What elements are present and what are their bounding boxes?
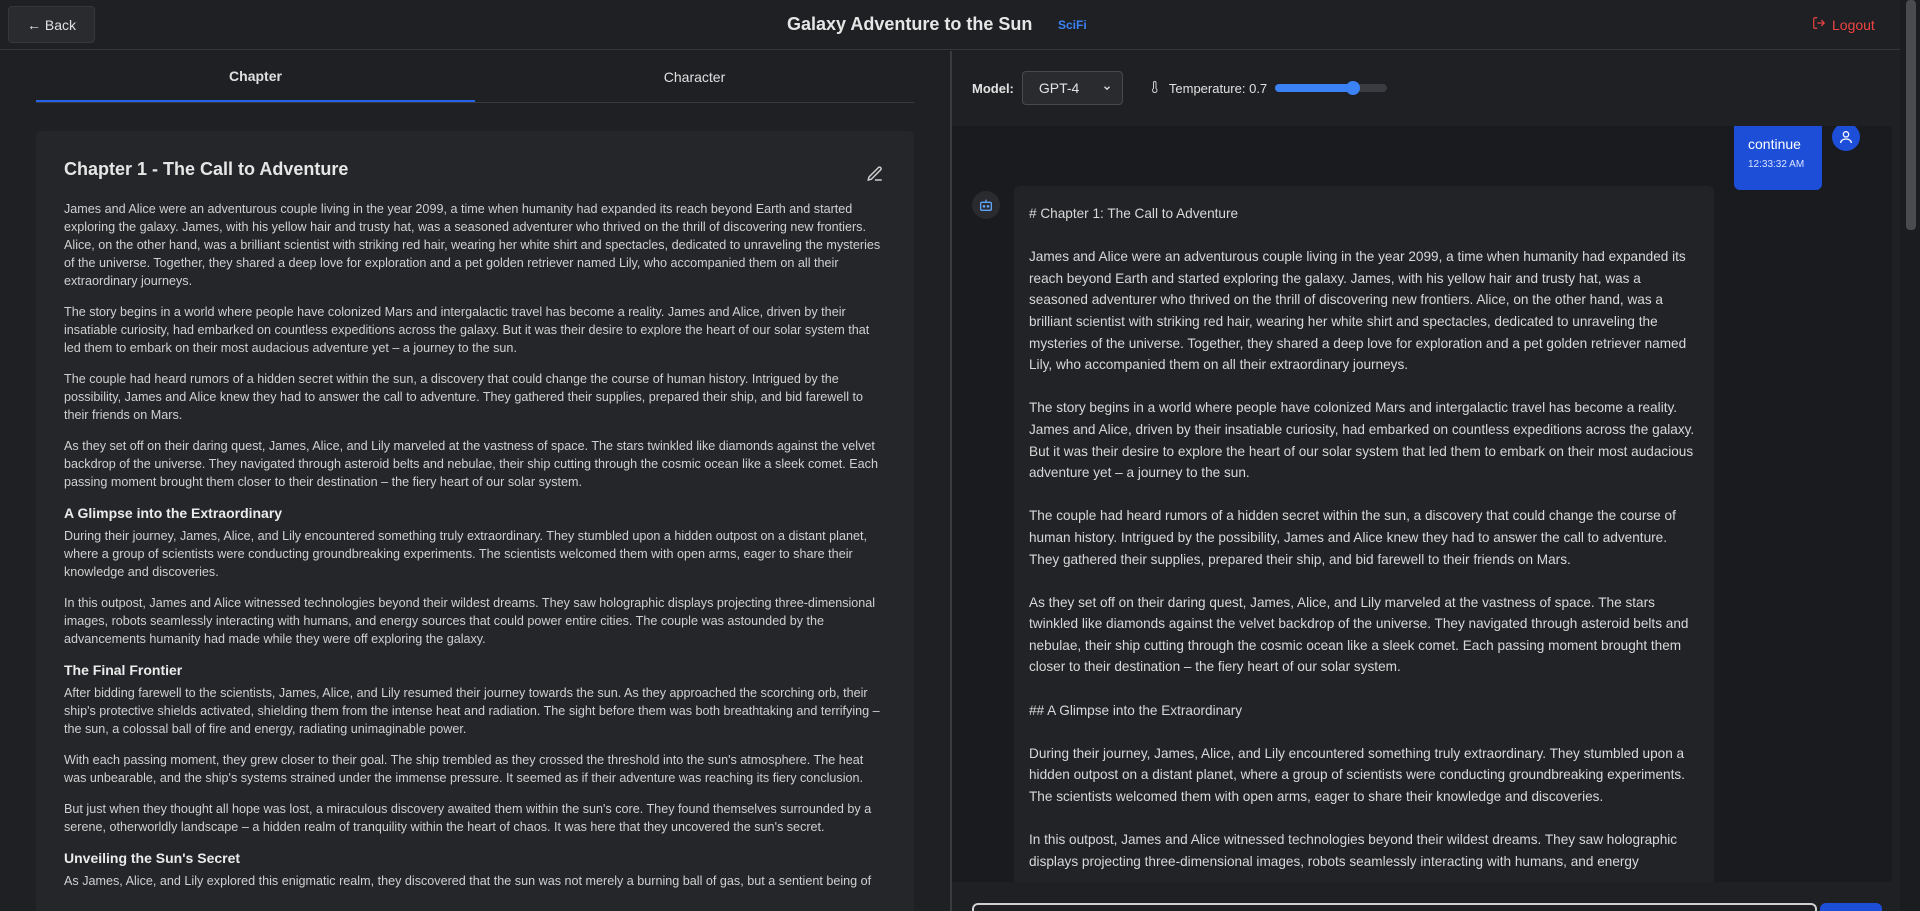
temperature-label: Temperature: 0.7 xyxy=(1168,80,1268,96)
assistant-line: As they set off on their daring quest, J… xyxy=(1029,594,1689,675)
chapter-body: James and Alice were an adventurous coup… xyxy=(64,200,886,903)
chapter-paragraph: The couple had heard rumors of a hidden … xyxy=(64,372,863,422)
user-icon xyxy=(1840,131,1852,144)
panel-tabs: Chapter Character xyxy=(36,51,914,103)
user-message-time: 12:33:32 AM xyxy=(1748,159,1805,170)
page-scrollbar-thumb[interactable] xyxy=(1906,0,1916,230)
user-avatar xyxy=(1832,126,1860,151)
chapter-title: Chapter 1 - The Call to Adventure xyxy=(64,159,349,179)
page-scrollbar[interactable] xyxy=(1900,0,1920,911)
send-button[interactable] xyxy=(1820,903,1882,911)
chapter-panel: Chapter Character Chapter 1 - The Call t… xyxy=(0,51,950,911)
chapter-paragraph: As James, Alice, and Lily explored this … xyxy=(64,874,872,888)
chapter-paragraph: But just when they thought all hope was … xyxy=(64,802,872,834)
genre-badge: SciFi xyxy=(1058,18,1087,32)
edit-icon[interactable] xyxy=(866,165,884,183)
tab-chapter[interactable]: Chapter xyxy=(36,51,475,102)
chapter-card: Chapter 1 - The Call to Adventure James … xyxy=(36,131,914,911)
assistant-line: ## A Glimpse into the Extraordinary xyxy=(1029,702,1243,718)
assistant-line: The couple had heard rumors of a hidden … xyxy=(1029,508,1676,567)
page-title: Galaxy Adventure to the Sun xyxy=(787,14,1033,34)
assistant-message: # Chapter 1: The Call to Adventure James… xyxy=(1014,186,1714,882)
logout-button[interactable]: Logout xyxy=(1812,16,1875,33)
robot-icon xyxy=(980,199,992,211)
assistant-line: # Chapter 1: The Call to Adventure xyxy=(1029,206,1239,221)
back-button[interactable]: ← Back xyxy=(8,6,95,43)
chat-controls: Model: GPT-4 Temperature: 0.7 xyxy=(972,71,1388,105)
chapter-paragraph: During their journey, James, Alice, and … xyxy=(64,529,867,579)
tab-character[interactable]: Character xyxy=(475,51,914,102)
user-message-text: continue xyxy=(1748,136,1801,152)
logout-icon xyxy=(1812,16,1826,33)
chapter-paragraph: James and Alice were an adventurous coup… xyxy=(64,202,881,288)
temperature-slider[interactable] xyxy=(1275,81,1388,95)
assistant-line: James and Alice were an adventurous coup… xyxy=(1029,249,1687,373)
chat-input[interactable] xyxy=(972,903,1817,911)
assistant-line: The story begins in a world where people… xyxy=(1029,400,1695,481)
chapter-paragraph: In this outpost, James and Alice witness… xyxy=(64,596,876,646)
chapter-paragraph: After bidding farewell to the scientists… xyxy=(64,686,880,736)
assistant-line: During their journey, James, Alice, and … xyxy=(1029,745,1685,805)
chat-scrollbar[interactable] xyxy=(1890,126,1892,882)
chapter-paragraph: As they set off on their daring quest, J… xyxy=(64,439,878,489)
chat-messages: continue 12:33:32 AM # Chapter 1: The Ca… xyxy=(952,126,1892,882)
bot-avatar xyxy=(972,191,1000,219)
chat-panel: Model: GPT-4 Temperature: 0.7 continue 1… xyxy=(952,51,1900,911)
chapter-paragraph: With each passing moment, they grew clos… xyxy=(64,753,864,785)
user-message: continue 12:33:32 AM xyxy=(1734,126,1822,190)
chevron-down-icon xyxy=(1102,80,1112,96)
temperature-slider-knob[interactable] xyxy=(1346,81,1361,95)
chapter-heading: A Glimpse into the Extraordinary xyxy=(64,505,283,521)
assistant-line: In this outpost, James and Alice witness… xyxy=(1029,832,1678,869)
model-label: Model: xyxy=(972,80,1014,96)
thermometer-icon xyxy=(1149,80,1161,97)
chapter-heading: The Final Frontier xyxy=(64,662,183,678)
temperature-control: Temperature: 0.7 xyxy=(1149,80,1388,97)
chapter-paragraph: The story begins in a world where people… xyxy=(64,305,870,355)
temperature-slider-fill xyxy=(1275,84,1354,92)
model-value: GPT-4 xyxy=(1038,80,1080,96)
model-select[interactable]: GPT-4 xyxy=(1021,71,1123,105)
chapter-heading: Unveiling the Sun's Secret xyxy=(64,850,241,866)
app-header: ← Back Galaxy Adventure to the Sun SciFi… xyxy=(0,0,1900,50)
logout-label: Logout xyxy=(1832,16,1875,33)
